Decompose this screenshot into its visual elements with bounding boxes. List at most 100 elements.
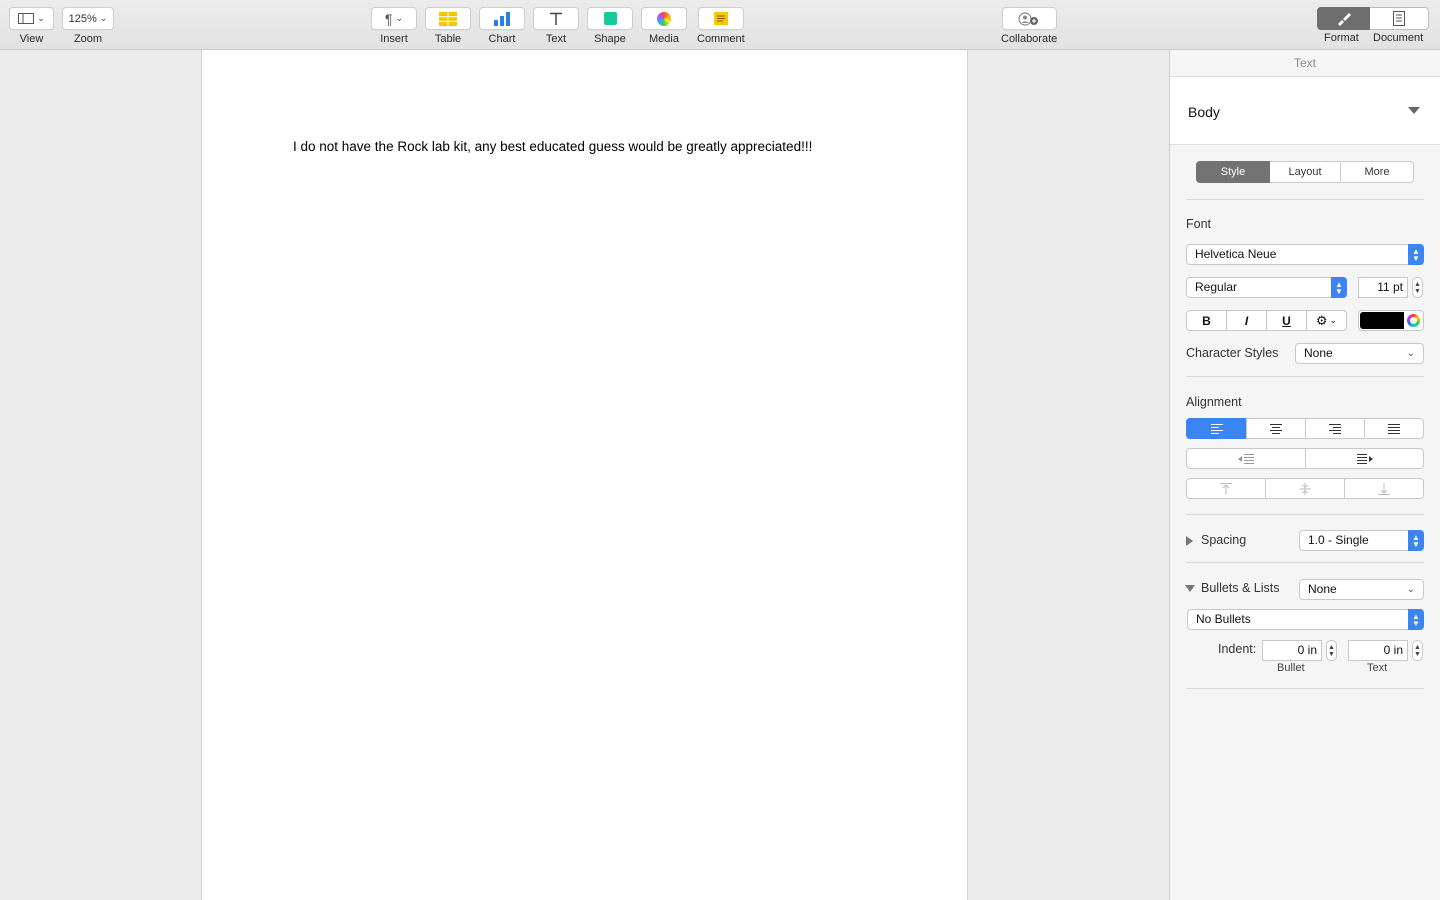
bullet-indent-field[interactable]: 0 in — [1262, 640, 1322, 661]
text-indent-field[interactable]: 0 in — [1348, 640, 1408, 661]
italic-button[interactable]: I — [1226, 310, 1267, 331]
text-color-swatch[interactable] — [1360, 312, 1404, 329]
comment-control[interactable]: Comment — [697, 7, 745, 45]
tab-style[interactable]: Style — [1196, 161, 1270, 183]
zoom-label: Zoom — [73, 33, 103, 45]
format-label: Format — [1324, 32, 1359, 44]
disclosure-triangle-right-icon[interactable] — [1186, 536, 1193, 546]
character-styles-label: Character Styles — [1186, 346, 1279, 360]
divider — [1186, 688, 1424, 689]
text-control[interactable]: Text — [533, 7, 579, 45]
spacing-popup[interactable]: 1.0 - Single ▲ ▼ — [1299, 530, 1424, 551]
shape-button[interactable] — [587, 7, 633, 30]
shape-control[interactable]: Shape — [587, 7, 633, 45]
collaborate-control[interactable]: Collaborate — [1001, 7, 1057, 45]
insert-control[interactable]: ¶ ⌄ Insert — [371, 7, 417, 45]
toolbar: ⌄ View 125% ⌄ Zoom ¶ ⌄ Insert Table Char… — [0, 0, 1440, 50]
bullets-lists-popup[interactable]: None ⌄ — [1299, 579, 1424, 600]
align-left-icon — [1210, 423, 1223, 434]
decrease-indent-button[interactable] — [1186, 448, 1306, 469]
table-control[interactable]: Table — [425, 7, 471, 45]
align-bottom-button[interactable] — [1344, 478, 1424, 499]
chart-label: Chart — [488, 33, 516, 45]
chart-button[interactable] — [479, 7, 525, 30]
collaborate-button[interactable] — [1001, 7, 1057, 30]
chevron-down-icon: ⌄ — [1406, 348, 1415, 359]
font-typeface-value: Regular — [1195, 280, 1238, 294]
font-typeface-popup[interactable]: Regular ▲ ▼ — [1186, 277, 1347, 298]
align-right-button[interactable] — [1305, 418, 1365, 439]
table-button[interactable] — [425, 7, 471, 30]
text-indent-caption: Text — [1367, 662, 1388, 674]
tab-more[interactable]: More — [1341, 161, 1414, 183]
color-wheel-icon[interactable] — [1407, 314, 1420, 327]
collaborate-label: Collaborate — [1001, 33, 1058, 45]
zoom-control[interactable]: 125% ⌄ Zoom — [62, 7, 114, 45]
format-button[interactable] — [1317, 7, 1370, 30]
font-family-popup[interactable]: Helvetica Neue ▲ ▼ — [1186, 244, 1424, 265]
align-middle-button[interactable] — [1265, 478, 1345, 499]
align-top-button[interactable] — [1186, 478, 1266, 499]
bullet-style-value: No Bullets — [1196, 612, 1251, 626]
text-color-well[interactable] — [1358, 310, 1424, 331]
font-size-stepper[interactable]: ▲ ▼ — [1412, 277, 1423, 298]
document-page[interactable]: I do not have the Rock lab kit, any best… — [201, 50, 968, 900]
paragraph-style-selector[interactable]: Body — [1170, 77, 1440, 145]
media-button[interactable] — [641, 7, 687, 30]
bar-chart-icon — [494, 11, 510, 26]
view-label: View — [19, 33, 44, 45]
triangle-down-icon[interactable] — [1408, 107, 1420, 114]
align-right-icon — [1329, 423, 1341, 434]
character-styles-popup[interactable]: None ⌄ — [1295, 343, 1424, 364]
chart-control[interactable]: Chart — [479, 7, 525, 45]
table-icon — [439, 11, 457, 26]
divider — [1186, 199, 1424, 200]
divider — [1186, 562, 1424, 563]
align-left-button[interactable] — [1186, 418, 1247, 439]
comment-button[interactable] — [697, 7, 744, 30]
text-options-button[interactable]: ⚙ ⌄ — [1306, 310, 1347, 331]
document-label: Document — [1373, 32, 1424, 44]
comment-note-icon — [713, 12, 728, 25]
align-center-button[interactable] — [1246, 418, 1306, 439]
tab-layout[interactable]: Layout — [1270, 161, 1341, 183]
inspector-header: Text — [1170, 50, 1440, 77]
zoom-value: 125% — [68, 12, 97, 25]
chevron-down-icon: ⌄ — [37, 13, 45, 23]
view-button[interactable]: ⌄ — [9, 7, 54, 30]
text-button[interactable] — [533, 7, 579, 30]
bold-button[interactable]: B — [1186, 310, 1227, 331]
add-person-icon — [1018, 11, 1039, 26]
document-button[interactable] — [1370, 7, 1429, 30]
document-icon — [1393, 11, 1405, 26]
bullet-style-popup[interactable]: No Bullets ▲ ▼ — [1187, 609, 1424, 630]
media-control[interactable]: Media — [641, 7, 687, 45]
view-control[interactable]: ⌄ View — [9, 7, 54, 45]
increase-indent-button[interactable] — [1305, 448, 1424, 469]
align-top-icon — [1220, 482, 1232, 495]
justify-button[interactable] — [1364, 418, 1424, 439]
text-box-icon — [550, 12, 562, 25]
underline-button[interactable]: U — [1266, 310, 1307, 331]
gear-icon: ⚙ — [1315, 312, 1328, 328]
divider — [1186, 376, 1424, 377]
font-size-field[interactable]: 11 pt — [1358, 277, 1408, 298]
align-justify-icon — [1388, 423, 1400, 434]
zoom-button[interactable]: 125% ⌄ — [62, 7, 114, 30]
font-heading: Font — [1186, 217, 1212, 231]
chevron-down-icon: ⌄ — [99, 13, 108, 23]
spacing-value: 1.0 - Single — [1308, 533, 1369, 547]
bullet-indent-stepper[interactable]: ▲ ▼ — [1326, 640, 1337, 661]
align-center-icon — [1270, 423, 1282, 434]
text-indent-stepper[interactable]: ▲ ▼ — [1412, 640, 1423, 661]
body-paragraph[interactable]: I do not have the Rock lab kit, any best… — [293, 139, 812, 154]
table-label: Table — [434, 33, 462, 45]
text-label: Text — [545, 33, 567, 45]
insert-button[interactable]: ¶ ⌄ — [371, 7, 417, 30]
bullet-indent-caption: Bullet — [1277, 662, 1305, 674]
disclosure-triangle-down-icon[interactable] — [1185, 585, 1195, 592]
indent-icon — [1356, 453, 1373, 464]
character-styles-value: None — [1304, 346, 1333, 360]
updown-arrows-icon: ▲ ▼ — [1331, 277, 1347, 298]
outdent-icon — [1238, 453, 1254, 464]
